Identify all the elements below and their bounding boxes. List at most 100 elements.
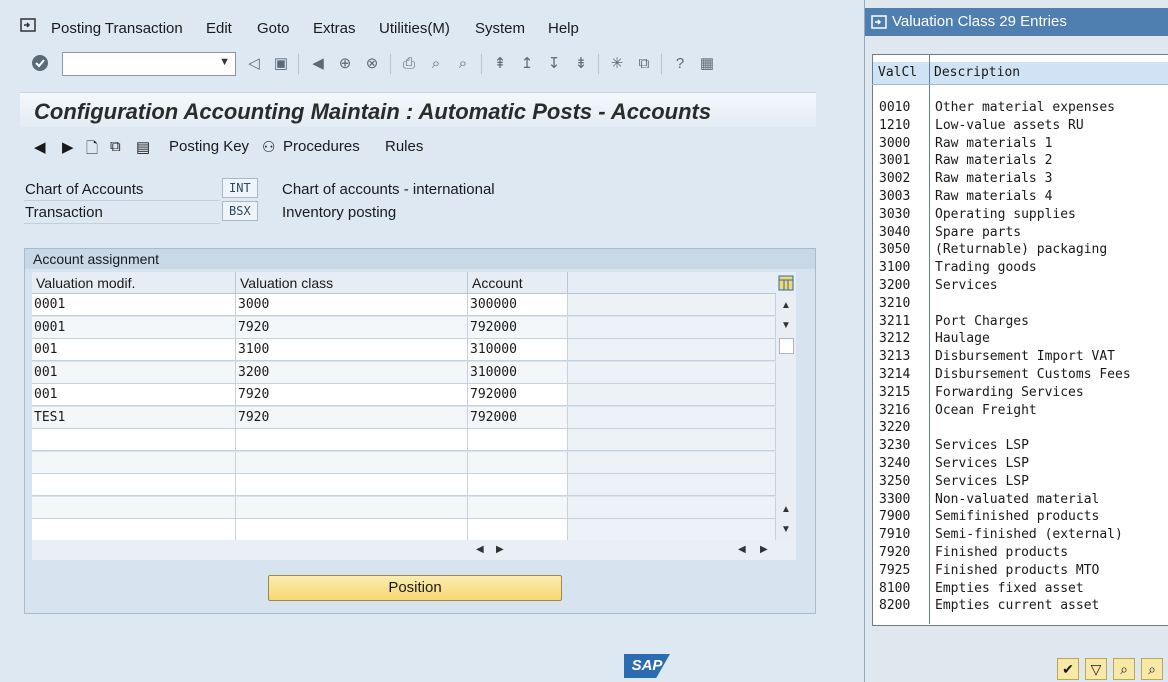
table-cell[interactable]: 7920 [236, 406, 468, 429]
scroll-down-icon[interactable]: ▼ [781, 524, 791, 535]
enter-icon[interactable] [30, 53, 50, 73]
popup-row-description[interactable]: Empties current asset [935, 598, 1099, 613]
popup-row-code[interactable]: 3000 [879, 136, 910, 151]
copy-icon[interactable]: ⧉ [110, 138, 121, 155]
popup-row-description[interactable]: Raw materials 2 [935, 153, 1052, 168]
table-cell[interactable]: 792000 [468, 406, 568, 429]
table-cell[interactable]: 310000 [468, 361, 568, 384]
popup-row-description[interactable]: Disbursement Customs Fees [935, 367, 1131, 382]
chevron-down-icon[interactable]: ▼ [219, 56, 230, 68]
empty-cell[interactable] [32, 429, 236, 451]
popup-row-code[interactable]: 1210 [879, 118, 910, 133]
popup-row-description[interactable]: Raw materials 4 [935, 189, 1052, 204]
empty-cell[interactable] [468, 496, 568, 519]
popup-row-description[interactable]: Non-valuated material [935, 492, 1099, 507]
empty-cell[interactable] [468, 519, 568, 541]
popup-row-code[interactable]: 3210 [879, 296, 910, 311]
empty-cell[interactable] [32, 474, 236, 496]
popup-row-code[interactable]: 3220 [879, 420, 910, 435]
previous-page-icon[interactable]: ↥ [517, 53, 537, 73]
confirm-check-icon[interactable]: ✔ [1057, 658, 1079, 680]
popup-row-code[interactable]: 3214 [879, 367, 910, 382]
popup-row-description[interactable]: Raw materials 1 [935, 136, 1052, 151]
popup-row-description[interactable]: Ocean Freight [935, 403, 1037, 418]
popup-row-description[interactable]: Operating supplies [935, 207, 1076, 222]
empty-cell[interactable] [468, 451, 568, 474]
popup-row-description[interactable]: Semifinished products [935, 509, 1099, 524]
table-cell[interactable]: 3000 [236, 294, 468, 316]
table-cell[interactable]: 792000 [468, 316, 568, 339]
popup-row-description[interactable]: Services [935, 278, 998, 293]
delete-icon[interactable]: ▤ [136, 138, 150, 156]
empty-cell[interactable] [236, 451, 468, 474]
popup-row-description[interactable]: Finished products [935, 545, 1068, 560]
popup-row-description[interactable]: Empties fixed asset [935, 581, 1084, 596]
popup-row-code[interactable]: 7925 [879, 563, 910, 578]
popup-row-code[interactable]: 7910 [879, 527, 910, 542]
table-cell[interactable]: 792000 [468, 384, 568, 406]
popup-row-code[interactable]: 7900 [879, 509, 910, 524]
layout-menu-icon[interactable]: ▦ [697, 53, 717, 73]
popup-row-code[interactable]: 3030 [879, 207, 910, 222]
scroll-left-icon[interactable]: ◀ [476, 544, 484, 555]
popup-row-code[interactable]: 3212 [879, 331, 910, 346]
save-icon[interactable]: ▣ [271, 53, 291, 73]
menu-extras[interactable]: Extras [313, 20, 356, 37]
empty-cell[interactable] [32, 519, 236, 541]
shortcut-icon[interactable]: ⧉ [634, 53, 654, 73]
scroll-up-icon[interactable]: ▲ [781, 300, 791, 311]
position-button[interactable]: Position [268, 575, 562, 601]
popup-row-code[interactable]: 8200 [879, 598, 910, 613]
popup-row-code[interactable]: 3240 [879, 456, 910, 471]
table-vertical-scrollbar[interactable]: ▲ ▼ ▲ ▼ [776, 294, 796, 540]
find-next-icon[interactable]: ⌕ [453, 53, 473, 73]
rules-button[interactable]: Rules [385, 138, 423, 155]
table-cell[interactable]: 0001 [32, 294, 236, 316]
menu-goto[interactable]: Goto [257, 20, 290, 37]
popup-row-description[interactable]: Finished products MTO [935, 563, 1099, 578]
popup-row-code[interactable]: 3230 [879, 438, 910, 453]
empty-cell[interactable] [236, 496, 468, 519]
empty-cell[interactable] [32, 496, 236, 519]
table-cell[interactable]: 7920 [236, 316, 468, 339]
menu-posting-transaction[interactable]: Posting Transaction [51, 20, 183, 37]
scroll-left-icon[interactable]: ◀ [738, 544, 746, 555]
table-settings-icon[interactable] [776, 272, 796, 294]
popup-col-valcl[interactable]: ValCl [873, 62, 929, 84]
scroll-right-icon[interactable]: ▶ [496, 544, 504, 555]
popup-row-description[interactable]: Haulage [935, 331, 990, 346]
menu-utilities[interactable]: Utilities(M) [379, 20, 450, 37]
col-valuation-modif[interactable]: Valuation modif. [32, 272, 236, 294]
popup-col-description[interactable]: Description [930, 62, 1168, 84]
scroll-up-icon[interactable]: ▲ [781, 504, 791, 515]
popup-row-code[interactable]: 3213 [879, 349, 910, 364]
print-icon[interactable]: ⎙ [399, 53, 419, 73]
next-page-icon[interactable]: ↧ [544, 53, 564, 73]
previous-entry-icon[interactable]: ◀ [34, 138, 46, 156]
procedures-button[interactable]: Procedures [283, 138, 360, 155]
table-horizontal-scrollbar[interactable]: ◀ ▶ ◀ ▶ [32, 540, 796, 560]
table-cell[interactable]: 3200 [236, 361, 468, 384]
new-session-icon[interactable]: ✳ [607, 53, 627, 73]
find-next-icon[interactable]: ⌕ [1141, 658, 1163, 680]
popup-row-code[interactable]: 7920 [879, 545, 910, 560]
popup-row-code[interactable]: 3216 [879, 403, 910, 418]
popup-row-code[interactable]: 3300 [879, 492, 910, 507]
menu-help[interactable]: Help [548, 20, 579, 37]
table-cell[interactable]: 001 [32, 339, 236, 361]
popup-window-icon[interactable] [871, 8, 887, 36]
popup-row-description[interactable]: Services LSP [935, 474, 1029, 489]
table-cell[interactable]: 0001 [32, 316, 236, 339]
help-icon[interactable]: ? [670, 53, 690, 73]
popup-row-description[interactable]: (Returnable) packaging [935, 242, 1107, 257]
empty-cell[interactable] [32, 451, 236, 474]
popup-row-code[interactable]: 3002 [879, 171, 910, 186]
popup-row-description[interactable]: Forwarding Services [935, 385, 1084, 400]
back-icon[interactable]: ◀ [308, 53, 328, 73]
popup-row-code[interactable]: 3200 [879, 278, 910, 293]
popup-row-description[interactable]: Disbursement Import VAT [935, 349, 1115, 364]
popup-row-description[interactable]: Raw materials 3 [935, 171, 1052, 186]
posting-key-button[interactable]: Posting Key [169, 138, 249, 155]
first-page-icon[interactable]: ⇞ [490, 53, 510, 73]
menu-edit[interactable]: Edit [206, 20, 232, 37]
